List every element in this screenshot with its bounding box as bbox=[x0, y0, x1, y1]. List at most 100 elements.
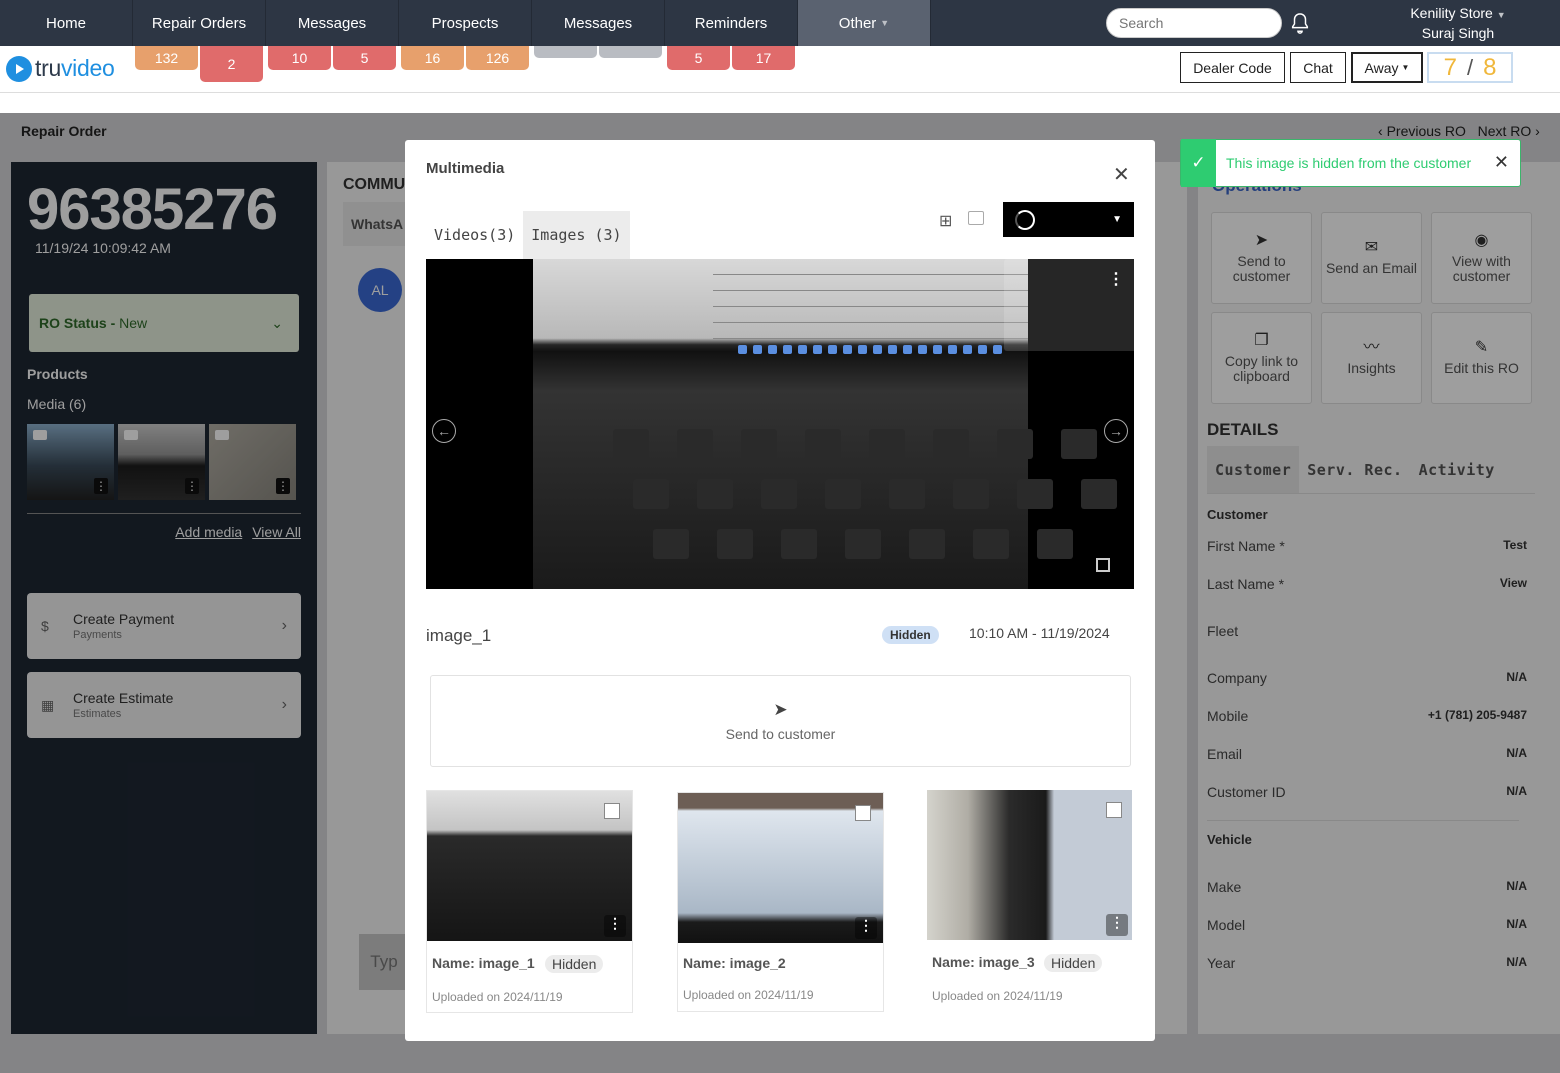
toast-notification: ✓ This image is hidden from the customer… bbox=[1180, 139, 1521, 187]
truvideo-logo[interactable]: truvideo bbox=[6, 55, 115, 82]
nav-tab-repair-orders[interactable]: Repair Orders bbox=[133, 0, 266, 46]
nav-tab-label: Reminders bbox=[694, 14, 768, 32]
checkmark-icon: ✓ bbox=[1181, 139, 1216, 187]
nav-tab-messages-2[interactable]: Messages bbox=[532, 0, 665, 46]
away-status-button[interactable]: Away ▼ bbox=[1351, 52, 1423, 83]
select-checkbox[interactable] bbox=[855, 805, 871, 821]
counter-total: 8 bbox=[1483, 53, 1497, 81]
card-uploaded-date: Uploaded on 2024/11/19 bbox=[683, 988, 814, 1002]
image-thumbnail[interactable] bbox=[927, 790, 1132, 940]
caret-down-icon: ▼ bbox=[1401, 63, 1410, 72]
modal-title: Multimedia bbox=[426, 160, 505, 177]
card-uploaded-date: Uploaded on 2024/11/19 bbox=[432, 990, 563, 1004]
dealer-code-button[interactable]: Dealer Code bbox=[1180, 52, 1285, 83]
nav-tab-label: Home bbox=[45, 14, 86, 32]
card-name: Name: image_2 bbox=[683, 955, 786, 971]
badge[interactable]: 5 bbox=[333, 46, 396, 70]
send-to-customer-button[interactable]: ➤ Send to customer bbox=[430, 675, 1131, 767]
badge[interactable] bbox=[534, 46, 597, 58]
key-row bbox=[613, 429, 1117, 459]
nav-tab-label: Prospects bbox=[431, 14, 499, 32]
chevron-down-icon: ▼ bbox=[1496, 10, 1506, 20]
badge[interactable]: 126 bbox=[466, 46, 529, 70]
badge[interactable]: 5 bbox=[667, 46, 730, 70]
image-detail bbox=[713, 275, 1028, 291]
counter-separator: / bbox=[1466, 54, 1474, 80]
store-user-menu[interactable]: Kenility Store ▼ Suraj Singh bbox=[1395, 4, 1521, 42]
select-checkbox[interactable] bbox=[1106, 802, 1122, 818]
hidden-badge: Hidden bbox=[882, 626, 939, 644]
card-name: Name: image_1 bbox=[432, 955, 535, 971]
loading-spinner-icon bbox=[1015, 209, 1035, 230]
image-card[interactable]: ⋮ Name: image_3 Hidden Uploaded on 2024/… bbox=[927, 790, 1134, 1013]
logo-text: truvideo bbox=[35, 55, 115, 81]
nav-tab-other[interactable]: Other ▼ bbox=[798, 0, 931, 46]
badge[interactable]: 17 bbox=[732, 46, 795, 70]
nav-tab-label: Messages bbox=[297, 14, 367, 32]
image-timestamp: 10:10 AM - 11/19/2024 bbox=[969, 625, 1110, 641]
single-view-icon[interactable] bbox=[968, 211, 984, 225]
nav-tab-label: Repair Orders bbox=[151, 14, 247, 32]
search-input[interactable] bbox=[1106, 8, 1282, 38]
bell-icon[interactable] bbox=[1289, 11, 1311, 35]
media-tabs: Videos(3) Images (3) bbox=[426, 211, 630, 259]
nav-tab-prospects[interactable]: Prospects bbox=[399, 0, 532, 46]
send-to-customer-label: Send to customer bbox=[725, 726, 836, 742]
hidden-badge: Hidden bbox=[1044, 954, 1103, 972]
image-card[interactable]: ⋮ Name: image_2 Uploaded on 2024/11/19 bbox=[677, 792, 884, 1012]
previous-arrow-icon[interactable]: ← bbox=[432, 419, 456, 443]
nav-tab-reminders[interactable]: Reminders bbox=[665, 0, 798, 46]
image-detail bbox=[713, 323, 1028, 339]
image-thumbnail[interactable] bbox=[678, 793, 883, 943]
tab-videos[interactable]: Videos(3) bbox=[426, 211, 523, 259]
play-icon bbox=[6, 55, 32, 82]
image-thumbnail[interactable] bbox=[427, 791, 632, 941]
key-row bbox=[653, 529, 1117, 559]
tab-images[interactable]: Images (3) bbox=[523, 211, 630, 259]
card-name: Name: image_3 bbox=[932, 954, 1035, 970]
image-viewer: ← → ⋮ bbox=[426, 259, 1134, 589]
caret-down-icon: ▼ bbox=[1112, 214, 1122, 225]
image-keyboard bbox=[593, 429, 1117, 579]
badge[interactable]: 16 bbox=[401, 46, 464, 70]
send-icon: ➤ bbox=[773, 700, 788, 719]
multimedia-modal: Multimedia ✕ Videos(3) Images (3) ⊞ ▼ ← … bbox=[405, 140, 1155, 1041]
nav-tab-home[interactable]: Home bbox=[0, 0, 133, 46]
more-options-icon[interactable]: ⋮ bbox=[1108, 269, 1124, 289]
image-detail bbox=[713, 291, 1028, 307]
close-icon[interactable]: ✕ bbox=[1113, 162, 1130, 187]
badge[interactable]: 2 bbox=[200, 46, 263, 82]
counter-current: 7 bbox=[1443, 53, 1457, 81]
hidden-badge: Hidden bbox=[545, 955, 604, 973]
chevron-down-icon: ▼ bbox=[880, 18, 890, 28]
actions-dropdown[interactable]: ▼ bbox=[1003, 202, 1134, 237]
toast-message: This image is hidden from the customer bbox=[1226, 155, 1472, 171]
close-icon[interactable]: ✕ bbox=[1494, 152, 1509, 173]
nav-tab-label: Messages bbox=[563, 14, 633, 32]
image-taskbar bbox=[738, 345, 1002, 354]
grid-view-icon[interactable]: ⊞ bbox=[939, 211, 952, 231]
more-options-icon[interactable]: ⋮ bbox=[855, 917, 877, 939]
counter: 7 / 8 bbox=[1427, 52, 1513, 83]
image-detail bbox=[713, 307, 1028, 323]
badge[interactable] bbox=[599, 46, 662, 58]
key-row bbox=[633, 479, 1117, 509]
more-options-icon[interactable]: ⋮ bbox=[1106, 914, 1128, 936]
next-arrow-icon[interactable]: → bbox=[1104, 419, 1128, 443]
badge[interactable]: 132 bbox=[135, 46, 198, 70]
fullscreen-icon-mask bbox=[1100, 562, 1106, 568]
more-options-icon[interactable]: ⋮ bbox=[604, 915, 626, 937]
chat-button[interactable]: Chat bbox=[1290, 52, 1346, 83]
nav-tab-messages[interactable]: Messages bbox=[266, 0, 399, 46]
select-checkbox[interactable] bbox=[604, 803, 620, 819]
away-label: Away bbox=[1364, 59, 1399, 76]
image-card[interactable]: ⋮ Name: image_1 Hidden Uploaded on 2024/… bbox=[426, 790, 633, 1013]
image-detail bbox=[713, 259, 1028, 275]
badge[interactable]: 10 bbox=[268, 46, 331, 70]
user-name: Suraj Singh bbox=[1421, 25, 1495, 41]
image-screen-area bbox=[713, 259, 1028, 339]
nav-tab-label: Other bbox=[838, 14, 877, 32]
divider bbox=[0, 92, 1560, 93]
main-image bbox=[533, 259, 1117, 589]
top-nav: Home Repair Orders Messages Prospects Me… bbox=[0, 0, 1560, 46]
